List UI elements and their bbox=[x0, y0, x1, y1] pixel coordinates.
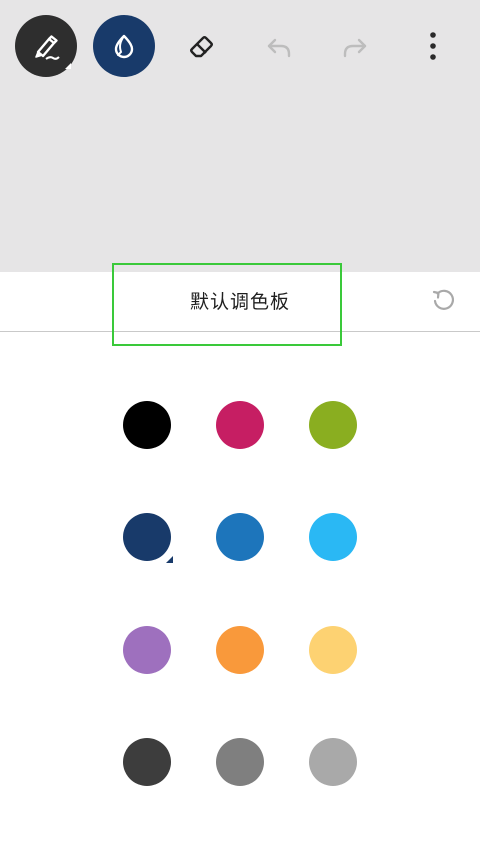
pen-tool-button[interactable] bbox=[15, 15, 77, 77]
color-swatch-purple[interactable] bbox=[123, 626, 171, 674]
color-swatch-black[interactable] bbox=[123, 401, 171, 449]
pen-icon bbox=[30, 30, 62, 62]
color-swatch-yellow[interactable] bbox=[309, 626, 357, 674]
submenu-indicator bbox=[65, 63, 71, 69]
color-swatch-navy[interactable] bbox=[123, 513, 173, 563]
more-vertical-icon bbox=[428, 30, 438, 62]
color-palette-panel: 默认调色板 bbox=[0, 263, 480, 853]
undo-button[interactable] bbox=[248, 15, 310, 77]
toolbar bbox=[0, 0, 480, 94]
eraser-button[interactable] bbox=[171, 15, 233, 77]
undo-arrow-icon bbox=[264, 31, 294, 61]
color-swatch-blue[interactable] bbox=[216, 513, 264, 561]
color-swatch-dark-gray[interactable] bbox=[123, 738, 171, 786]
more-options-button[interactable] bbox=[402, 15, 464, 77]
redo-arrow-icon bbox=[340, 31, 370, 61]
redo-button[interactable] bbox=[324, 15, 386, 77]
eraser-icon bbox=[186, 30, 218, 62]
color-swatch-magenta[interactable] bbox=[216, 401, 264, 449]
color-swatch-light-gray[interactable] bbox=[309, 738, 357, 786]
color-swatch-olive-green[interactable] bbox=[309, 401, 357, 449]
color-swatch-sky-blue[interactable] bbox=[309, 513, 357, 561]
color-swatch-grid bbox=[0, 272, 480, 853]
color-swatch-orange[interactable] bbox=[216, 626, 264, 674]
ink-drop-icon bbox=[110, 32, 138, 60]
color-dropper-button[interactable] bbox=[93, 15, 155, 77]
color-swatch-gray[interactable] bbox=[216, 738, 264, 786]
